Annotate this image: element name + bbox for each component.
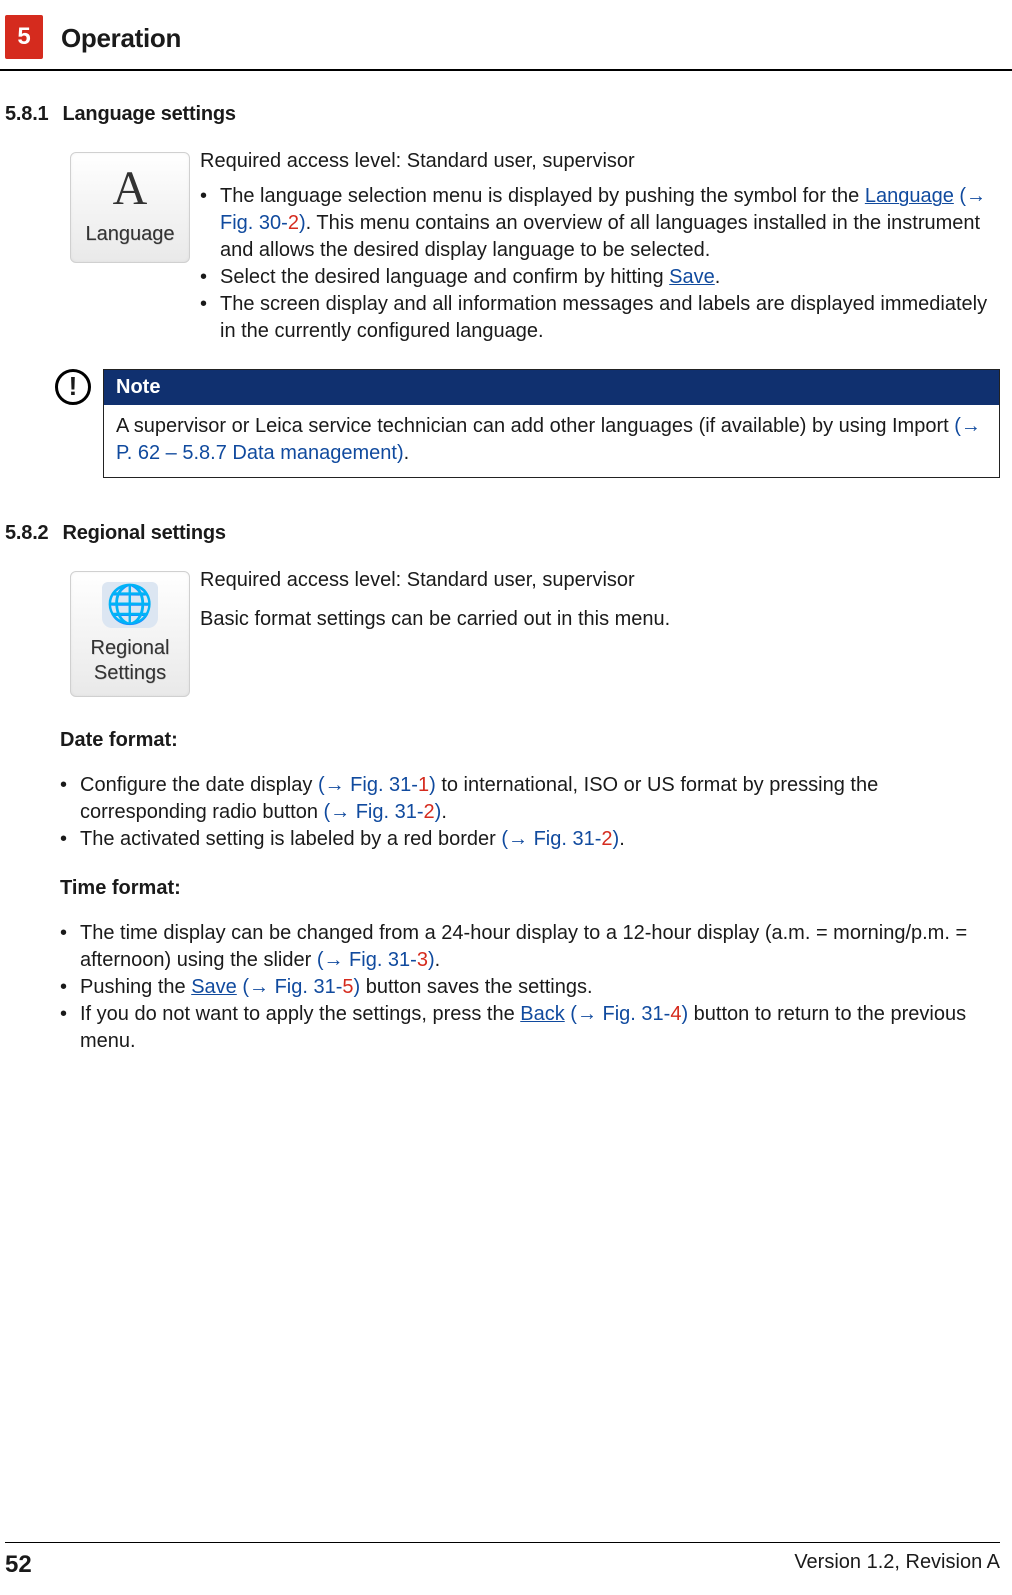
footer-rule bbox=[5, 1542, 1000, 1543]
time-format-list: The time display can be changed from a 2… bbox=[60, 920, 1000, 1055]
section-heading-language: 5.8.1 Language settings bbox=[5, 101, 1000, 128]
time-format-heading: Time format: bbox=[60, 875, 1000, 902]
globe-flag-icon: 🌐 bbox=[102, 582, 158, 628]
list-item: The activated setting is labeled by a re… bbox=[60, 826, 1000, 853]
figure-ref[interactable]: (→ Fig. 31-2) bbox=[324, 801, 442, 823]
note-box: ! Note A supervisor or Leica service tec… bbox=[55, 369, 1000, 478]
section-number: 5.8.1 bbox=[5, 101, 48, 128]
figure-ref[interactable]: (→ Fig. 31-1) bbox=[318, 774, 436, 796]
list-item: The language selection menu is displayed… bbox=[200, 183, 1000, 264]
language-link[interactable]: Language bbox=[865, 185, 954, 207]
language-button-label: Language bbox=[86, 221, 175, 248]
date-format-list: Configure the date display (→ Fig. 31-1)… bbox=[60, 772, 1000, 853]
chapter-number-tab: 5 bbox=[5, 15, 43, 59]
list-item: Pushing the Save (→ Fig. 31-5) button sa… bbox=[60, 974, 1000, 1001]
figure-ref[interactable]: (→ Fig. 31-4) bbox=[570, 1003, 688, 1025]
regional-intro-text: Basic format settings can be carried out… bbox=[200, 606, 1000, 633]
back-link[interactable]: Back bbox=[520, 1003, 564, 1025]
list-item: If you do not want to apply the settings… bbox=[60, 1001, 1000, 1055]
access-level-text: Required access level: Standard user, su… bbox=[200, 567, 1000, 594]
save-link[interactable]: Save bbox=[191, 976, 237, 998]
figure-ref[interactable]: (→ Fig. 31-2) bbox=[501, 828, 619, 850]
section-number: 5.8.2 bbox=[5, 520, 48, 547]
date-format-heading: Date format: bbox=[60, 727, 1000, 754]
language-bullet-list: The language selection menu is displayed… bbox=[200, 183, 1000, 345]
list-item: Select the desired language and confirm … bbox=[200, 264, 1000, 291]
figure-ref[interactable]: (→ Fig. 31-3) bbox=[317, 949, 435, 971]
figure-ref[interactable]: (→ Fig. 31-5) bbox=[242, 976, 360, 998]
chapter-title: Operation bbox=[61, 15, 181, 56]
regional-settings-button[interactable]: 🌐 RegionalSettings bbox=[70, 571, 190, 697]
page-number: 52 bbox=[5, 1549, 32, 1581]
version-text: Version 1.2, Revision A bbox=[794, 1549, 1000, 1581]
regional-button-label: RegionalSettings bbox=[91, 636, 170, 686]
note-body: A supervisor or Leica service technician… bbox=[104, 405, 999, 477]
access-level-text: Required access level: Standard user, su… bbox=[200, 148, 1000, 175]
letter-a-icon: A bbox=[113, 165, 148, 213]
language-button[interactable]: A Language bbox=[70, 152, 190, 263]
section-heading-regional: 5.8.2 Regional settings bbox=[5, 520, 1000, 547]
info-icon: ! bbox=[55, 369, 91, 405]
page-footer: 52 Version 1.2, Revision A bbox=[0, 1542, 1012, 1581]
section-title: Language settings bbox=[62, 103, 235, 125]
note-heading: Note bbox=[104, 370, 999, 405]
list-item: The screen display and all information m… bbox=[200, 291, 1000, 345]
list-item: The time display can be changed from a 2… bbox=[60, 920, 1000, 974]
list-item: Configure the date display (→ Fig. 31-1)… bbox=[60, 772, 1000, 826]
section-title: Regional settings bbox=[62, 522, 225, 544]
page-header: 5 Operation bbox=[0, 0, 1012, 59]
save-link[interactable]: Save bbox=[669, 266, 715, 288]
